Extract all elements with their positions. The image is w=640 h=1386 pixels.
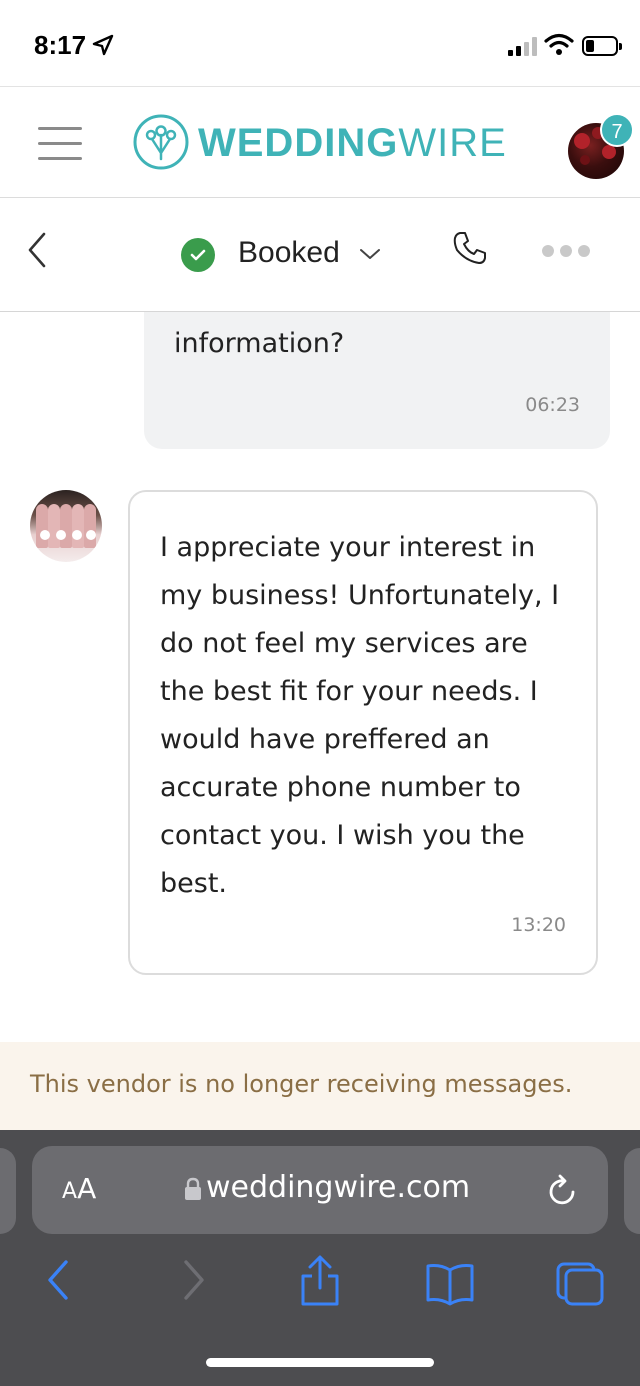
outgoing-message-bubble: send some additional information? 06:23 <box>144 312 610 449</box>
message-text: I appreciate your interest in my busines… <box>160 532 560 899</box>
previous-tab-peek[interactable] <box>0 1148 16 1234</box>
phone-icon[interactable] <box>452 230 488 266</box>
weddingwire-logo-icon <box>133 114 189 170</box>
logo-wordmark[interactable]: WEDDINGWIRE <box>198 121 507 166</box>
app-header: WEDDINGWIRE 7 <box>0 86 640 198</box>
status-bar: 8:17 <box>0 0 640 86</box>
message-text: send some additional information? <box>174 328 345 359</box>
browser-chrome: AA weddingwire.com <box>0 1130 640 1386</box>
home-indicator[interactable] <box>206 1358 434 1367</box>
address-bar[interactable]: AA weddingwire.com <box>32 1146 608 1234</box>
status-time: 8:17 <box>34 30 87 60</box>
incoming-message-bubble: I appreciate your interest in my busines… <box>128 490 598 975</box>
tabs-icon[interactable] <box>554 1260 606 1308</box>
check-icon <box>181 238 215 272</box>
reload-icon[interactable] <box>546 1172 580 1208</box>
message-list[interactable]: send some additional information? 06:23 … <box>0 312 640 1042</box>
back-icon[interactable] <box>44 1258 74 1302</box>
notification-badge: 7 <box>600 113 634 147</box>
back-chevron-icon[interactable] <box>24 228 50 272</box>
wifi-icon <box>544 33 574 55</box>
url-text: weddingwire.com <box>206 1170 471 1205</box>
forward-icon[interactable] <box>178 1258 208 1302</box>
notice-text: This vendor is no longer receiving messa… <box>30 1070 573 1098</box>
vendor-unavailable-notice: This vendor is no longer receiving messa… <box>0 1042 640 1130</box>
text-size-button[interactable]: AA <box>62 1172 96 1205</box>
share-icon[interactable] <box>298 1254 342 1308</box>
conversation-toolbar: Booked <box>0 198 640 312</box>
message-time: 06:23 <box>525 394 580 416</box>
battery-icon <box>582 36 622 56</box>
location-arrow-icon <box>92 34 114 56</box>
lock-icon <box>185 1177 201 1200</box>
vendor-avatar[interactable] <box>30 490 102 562</box>
message-time: 13:20 <box>511 914 566 936</box>
bookmarks-icon[interactable] <box>424 1262 476 1306</box>
chevron-down-icon[interactable] <box>358 246 382 262</box>
menu-icon[interactable] <box>38 127 82 161</box>
next-tab-peek[interactable] <box>624 1148 640 1234</box>
status-dropdown-label[interactable]: Booked <box>238 236 340 270</box>
cellular-signal-icon <box>508 36 538 56</box>
more-icon[interactable] <box>542 244 596 262</box>
